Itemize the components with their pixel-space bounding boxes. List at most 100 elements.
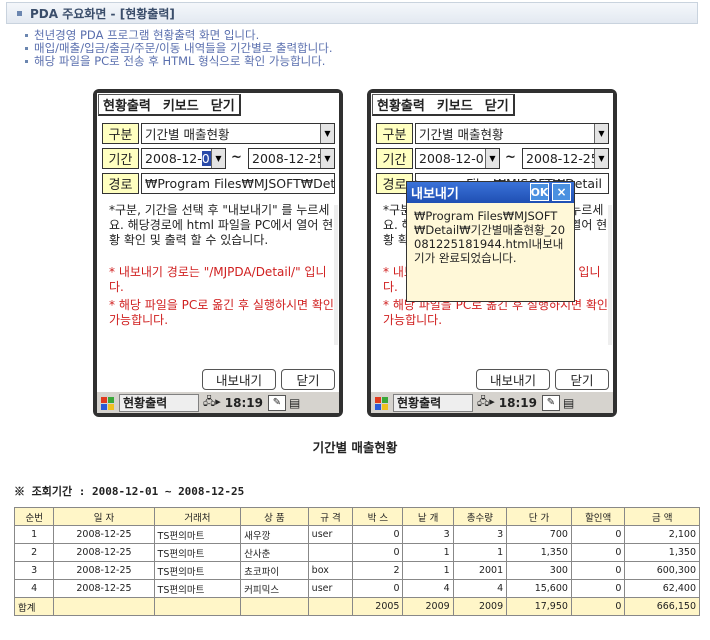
table-cell: TS편의마트 bbox=[153, 579, 242, 598]
table-cell: 600,300 bbox=[624, 561, 700, 580]
window-switch-icon[interactable]: ▤ bbox=[563, 396, 574, 410]
table-cell: TS편의마트 bbox=[153, 525, 242, 544]
column-header: 낱 개 bbox=[402, 507, 454, 526]
table-cell: 0 bbox=[352, 543, 404, 562]
table-cell: 0 bbox=[352, 525, 404, 544]
column-header: 일 자 bbox=[53, 507, 155, 526]
menu-status-output[interactable]: 현황출력 bbox=[103, 95, 151, 114]
date-to-picker[interactable]: 2008-12-25 ▼ bbox=[522, 148, 609, 169]
category-select[interactable]: 기간별 매출현황 ▼ bbox=[415, 123, 609, 144]
sales-report-table: 순번 일 자 거래처 상 품규 격박 스낱 개 총수량 단 가 할인액 금 액 1 2008-1… bbox=[13, 507, 700, 616]
table-cell: user bbox=[307, 579, 354, 598]
menu-close[interactable]: 닫기 bbox=[485, 95, 509, 114]
chevron-down-icon[interactable]: ▼ bbox=[485, 149, 499, 168]
table-cell bbox=[53, 597, 155, 616]
table-cell: 0 bbox=[352, 579, 404, 598]
scrollbar[interactable] bbox=[334, 205, 338, 345]
pda-screen-left: 현황출력 키보드 닫기 구분 기간별 매출현황 ▼ 기간 2008-12- 01 ▼ … bbox=[93, 89, 343, 417]
table-cell: 62,400 bbox=[624, 579, 700, 598]
table-row: 4 2008-12-25 TS편의마트 커피믹스 user 0 4 4 15,600 0 62,40… bbox=[13, 579, 700, 598]
help-text-1: *구분, 기간을 선택 후 "내보내기" 를 누르세요. 해당경로에 html … bbox=[109, 203, 334, 247]
table-cell bbox=[307, 597, 354, 616]
path-field[interactable]: ₩Program Files₩MJSOFT₩Detail bbox=[141, 173, 335, 194]
table-cell: 2008-12-25 bbox=[53, 579, 155, 598]
dialog-message: ₩Program Files₩MJSOFT₩Detail₩기간별매출현황_200… bbox=[414, 209, 566, 265]
table-cell: 합계 bbox=[13, 597, 55, 616]
table-cell: 0 bbox=[570, 525, 626, 544]
column-header: 규 격 bbox=[307, 507, 354, 526]
bullet-line-3: 해당 파일을 PC로 전송 후 HTML 형식으로 확인 가능합니다. bbox=[24, 54, 326, 68]
date-range-tilde: ~ bbox=[505, 150, 516, 165]
table-row: 1 2008-12-25 TS편의마트 새우깡 user 0 3 3 700 0 2,100 bbox=[13, 525, 700, 544]
table-cell: 2005 bbox=[352, 597, 404, 616]
help-text-3: * 해당 파일을 PC로 옮긴 후 실행하시면 확인 가능합니다. bbox=[383, 298, 608, 327]
menu-status-output[interactable]: 현황출력 bbox=[377, 95, 425, 114]
taskbar-app-title[interactable]: 현황출력 bbox=[119, 393, 199, 412]
input-panel-icon[interactable]: ✎ bbox=[542, 394, 560, 411]
table-cell: 0 bbox=[570, 561, 626, 580]
taskbar-app-title[interactable]: 현황출력 bbox=[393, 393, 473, 412]
table-cell: 4 bbox=[13, 579, 55, 598]
date-to-picker[interactable]: 2008-12-25 ▼ bbox=[248, 148, 335, 169]
pda-menu-bar: 현황출력 키보드 닫기 bbox=[98, 94, 241, 116]
tray-icons[interactable]: 🖧▸ bbox=[203, 393, 221, 412]
clock: 18:19 bbox=[224, 395, 263, 410]
table-cell bbox=[153, 597, 242, 616]
tray-icons[interactable]: 🖧▸ bbox=[477, 393, 495, 412]
table-cell: 4 bbox=[452, 579, 508, 598]
input-panel-icon[interactable]: ✎ bbox=[268, 394, 286, 411]
taskbar: 현황출력 🖧▸ 18:19 ✎ ▤ bbox=[371, 391, 613, 413]
table-cell: 300 bbox=[506, 561, 572, 580]
close-button[interactable]: 닫기 bbox=[281, 369, 335, 390]
close-button[interactable]: 닫기 bbox=[555, 369, 609, 390]
category-value: 기간별 매출현황 bbox=[419, 127, 504, 142]
category-label: 구분 bbox=[102, 123, 139, 144]
table-cell: 2008-12-25 bbox=[53, 525, 155, 544]
table-cell: 17,950 bbox=[506, 597, 572, 616]
chevron-down-icon[interactable]: ▼ bbox=[594, 149, 608, 168]
scrollbar[interactable] bbox=[608, 205, 612, 345]
chevron-down-icon[interactable]: ▼ bbox=[211, 149, 225, 168]
table-row: 3 2008-12-25 TS편의마트 쵸코파이 box 2 1 2001 300 0 600,30… bbox=[13, 561, 700, 580]
dialog-ok-button[interactable]: OK bbox=[530, 183, 549, 201]
date-from-picker[interactable]: 2008-12-01▼ bbox=[141, 148, 226, 169]
table-cell: 커피믹스 bbox=[240, 579, 309, 598]
menu-close[interactable]: 닫기 bbox=[211, 95, 235, 114]
windows-start-icon[interactable] bbox=[373, 394, 391, 412]
date-range-tilde: ~ bbox=[231, 150, 242, 165]
table-cell: 1 bbox=[402, 543, 454, 562]
category-value: 기간별 매출현황 bbox=[145, 127, 230, 142]
header-bullet-icon bbox=[17, 10, 22, 16]
table-cell: 2 bbox=[352, 561, 404, 580]
export-button[interactable]: 내보내기 bbox=[202, 369, 276, 390]
chevron-down-icon[interactable]: ▼ bbox=[594, 124, 608, 143]
table-cell: 15,600 bbox=[506, 579, 572, 598]
table-cell: 2 bbox=[13, 543, 55, 562]
table-cell: 0 bbox=[570, 597, 626, 616]
chevron-down-icon[interactable]: ▼ bbox=[320, 124, 334, 143]
menu-keyboard[interactable]: 키보드 bbox=[163, 95, 199, 114]
table-cell: 666,150 bbox=[624, 597, 700, 616]
table-cell: 0 bbox=[570, 543, 626, 562]
category-select[interactable]: 기간별 매출현황 ▼ bbox=[141, 123, 335, 144]
date-from-prefix: 2008-12- bbox=[145, 151, 202, 166]
window-switch-icon[interactable]: ▤ bbox=[289, 396, 300, 410]
query-period: ※ 조회기간 : 2008-12-01 ~ 2008-12-25 bbox=[14, 485, 245, 498]
date-from-value: 2008-12-01 bbox=[419, 151, 492, 166]
date-from-picker[interactable]: 2008-12-01▼ bbox=[415, 148, 500, 169]
table-cell bbox=[240, 597, 309, 616]
table-cell: 2008-12-25 bbox=[53, 543, 155, 562]
page-header: PDA 주요화면 - [현황출력] bbox=[6, 2, 698, 24]
windows-start-icon[interactable] bbox=[99, 394, 117, 412]
export-button[interactable]: 내보내기 bbox=[476, 369, 550, 390]
table-cell: 2008-12-25 bbox=[53, 561, 155, 580]
help-text-2: * 내보내기 경로는 "/MJPDA/Detail/" 입니다. bbox=[109, 265, 327, 294]
pda-menu-bar: 현황출력 키보드 닫기 bbox=[372, 94, 515, 116]
chevron-down-icon[interactable]: ▼ bbox=[320, 149, 334, 168]
table-cell: 쵸코파이 bbox=[240, 561, 309, 580]
table-cell: 2,100 bbox=[624, 525, 700, 544]
menu-keyboard[interactable]: 키보드 bbox=[437, 95, 473, 114]
table-cell: TS편의마트 bbox=[153, 561, 242, 580]
clock: 18:19 bbox=[498, 395, 537, 410]
close-icon[interactable]: × bbox=[552, 183, 571, 201]
